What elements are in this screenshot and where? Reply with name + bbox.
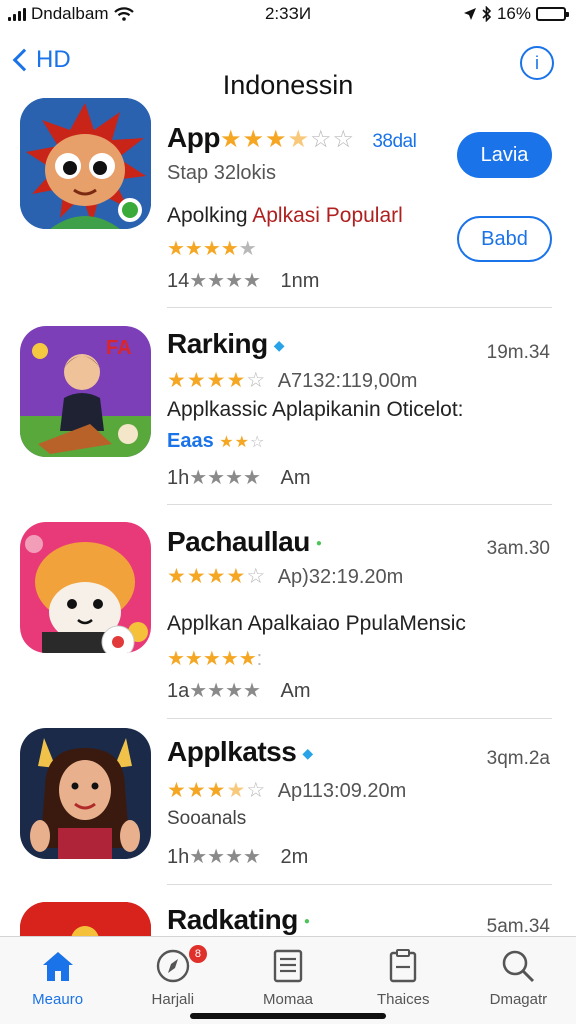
home-indicator[interactable] (190, 1013, 386, 1019)
nav-bar: HD i Indonessin (0, 40, 576, 100)
app-footer: 14★★★★ 1nm (167, 270, 320, 292)
get-button[interactable]: Lavia (457, 132, 552, 178)
verified-icon: ◆ (302, 745, 313, 762)
tab-label: Dmagatr (489, 991, 548, 1008)
app-title-row: Radkating ● (167, 904, 310, 936)
footer-count: 1a (167, 680, 190, 702)
search-icon (503, 950, 535, 983)
app-footer: 1h★★★★ Am (167, 467, 311, 489)
rating-label: Eaas (167, 430, 214, 452)
app-title-row: Pachaullau ● (167, 526, 322, 558)
divider (167, 307, 552, 308)
tab-search[interactable]: Dmagatr (461, 937, 576, 1024)
app-description: Apolking Aplkasi Popularl (167, 204, 403, 228)
verified-icon: ● (303, 916, 310, 928)
footer-size: Am (280, 467, 311, 489)
app-time: 3am.30 (486, 538, 550, 559)
rating-stars: ★★★★☆ (167, 369, 267, 392)
tab-label: Thaices (376, 991, 430, 1008)
app-meta: Ap)32:19.20m (277, 566, 404, 588)
app-time: 19m.34 (486, 342, 550, 363)
app-row[interactable]: Applkatss ◆ 3qm.2a ★★★★☆ Ap113:09.20m Soo… (0, 726, 576, 886)
compass-icon (156, 949, 189, 983)
app-description: Applkassic Aplapikanin Oticelot: (167, 398, 464, 421)
app-title: Radkating (167, 904, 298, 935)
app-row[interactable]: App★★★★☆☆ 38dal Stap 32lokis Apolking Ap… (0, 98, 576, 308)
app-title-row: Applkatss ◆ (167, 736, 313, 768)
cartoon-cow-icon[interactable] (20, 522, 151, 653)
page-title: Indonessin (222, 70, 354, 100)
app-time: 3qm.2a (486, 748, 550, 769)
app-footer: 1a★★★★ Am (167, 680, 311, 702)
clipboard-icon (390, 949, 417, 983)
verified-icon: ◆ (273, 337, 285, 354)
bluetooth-icon (482, 6, 492, 22)
tab-list[interactable]: Momaa (230, 937, 345, 1024)
app-row[interactable]: FA Rarking ◆ 19m.34 ★★★★☆ A7132:119,00m A… (0, 320, 576, 506)
footer-size: Am (280, 680, 311, 702)
cartoon-sun-character-icon[interactable] (20, 98, 151, 229)
notification-badge: 8 (188, 945, 207, 963)
rating-stars-small: ★★☆ (219, 434, 266, 451)
app-title: App (167, 122, 220, 153)
footer-count: 14 (167, 270, 190, 292)
status-bar: Dndalbam 2:3ЗИ 16% (0, 0, 576, 30)
rating-small: ★★★★★ (167, 238, 257, 260)
app-title-row: Rarking ◆ (167, 328, 285, 360)
app-row[interactable]: Radkating ● 5am.34 (0, 896, 576, 936)
tab-label: Harjali (151, 991, 195, 1008)
rating-count: 38dal (372, 131, 417, 152)
tab-clipboard[interactable]: Thaices (346, 937, 461, 1024)
app-footer: 1h★★★★ 2m (167, 846, 309, 868)
battery-percent: 16% (496, 4, 531, 23)
divider (167, 884, 552, 885)
app-time: 5am.34 (486, 916, 550, 936)
secondary-button[interactable]: Babd (457, 216, 552, 262)
list-icon (273, 949, 303, 983)
cartoon-boy-icon[interactable]: FA (20, 326, 151, 457)
tab-label: Momaa (262, 991, 314, 1008)
footer-count: 1h (167, 467, 190, 489)
svg-text:FA: FA (106, 337, 132, 359)
tab-home[interactable]: Meauro (0, 937, 115, 1024)
description-prefix: Apolking (167, 204, 253, 227)
app-title-row: App★★★★☆☆ 38dal (167, 122, 417, 154)
app-description: Sooanals (167, 808, 247, 829)
rating-small: ★★★★★: (167, 648, 263, 670)
rating-stars: ★★★★☆ (167, 779, 267, 802)
app-meta: Ap113:09.20m (277, 780, 407, 802)
cartoon-girl-icon[interactable] (20, 728, 151, 859)
divider (167, 504, 552, 505)
app-title: Applkatss (167, 736, 297, 767)
app-title: Rarking (167, 328, 268, 359)
app-meta: Stap 32lokis (167, 162, 276, 184)
rating-stars: ★★★★☆☆ (219, 126, 356, 153)
app-title: Pachaullau (167, 526, 310, 557)
app-row[interactable]: Pachaullau ● 3am.30 ★★★★☆ Ap)32:19.20m Ap… (0, 514, 576, 720)
chevron-left-icon (12, 48, 36, 72)
rating-stars: ★★★★☆ (167, 565, 267, 588)
battery-icon (536, 7, 569, 21)
app-meta: A7132:119,00m (277, 370, 418, 392)
verified-icon: ● (315, 538, 322, 550)
home-icon (42, 952, 73, 981)
status-right: 16% (463, 4, 569, 24)
tab-compass[interactable]: 8 Harjali (115, 937, 230, 1024)
footer-size: 2m (280, 846, 309, 868)
tab-label: Meauro (32, 991, 84, 1008)
footer-size: 1nm (280, 270, 320, 292)
description-highlight: Aplkasi Popularl (252, 204, 403, 227)
location-arrow-icon (463, 8, 476, 20)
red-app-icon[interactable] (20, 902, 151, 936)
app-description: Applkan Apalkaiao PpulaMensic (167, 612, 466, 635)
divider (167, 718, 552, 719)
footer-count: 1h (167, 846, 190, 868)
tab-bar: Meauro 8 Harjali Momaa Thaices Dmagatr (0, 936, 576, 1024)
